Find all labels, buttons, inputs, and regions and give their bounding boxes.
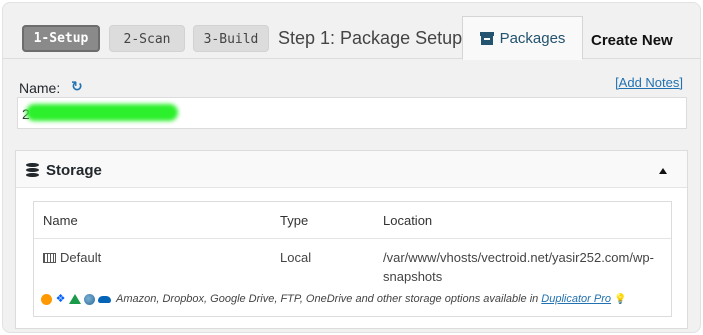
providers-text: Amazon, Dropbox, Google Drive, FTP, OneD… xyxy=(116,293,539,305)
hard-drive-icon xyxy=(43,252,56,263)
package-name-input[interactable]: 2 xyxy=(17,97,687,129)
google-drive-icon xyxy=(69,294,81,304)
lightbulb-icon: 💡 xyxy=(614,293,627,305)
tab-packages[interactable]: Packages xyxy=(462,16,583,60)
storage-location: /var/www/vhosts/vectroid.net/yasir252.co… xyxy=(383,250,654,284)
duplicator-pro-link[interactable]: Duplicator Pro xyxy=(541,293,611,305)
archive-icon xyxy=(479,31,494,45)
add-notes-link[interactable]: [Add Notes] xyxy=(615,75,683,90)
tab-packages-label: Packages xyxy=(499,29,566,47)
ftp-icon xyxy=(84,293,95,305)
column-header-location: Location xyxy=(383,213,433,228)
storage-type: Local xyxy=(280,250,312,265)
amazon-icon xyxy=(41,293,52,305)
name-label: Name: xyxy=(19,80,61,96)
duplicator-package-setup: 1-Setup 2-Scan 3-Build Step 1: Package S… xyxy=(2,2,701,333)
collapse-arrow-icon[interactable] xyxy=(659,168,667,174)
dropbox-icon: ❖ xyxy=(55,292,66,305)
reset-icon[interactable]: ↻ xyxy=(71,78,83,95)
storage-table: Name Type Location Default Local /var/ww… xyxy=(33,201,672,317)
storage-title: Storage xyxy=(46,162,102,179)
table-row-name: Default xyxy=(43,248,101,267)
column-header-name: Name xyxy=(43,213,78,228)
storage-panel: Storage Name Type Location Default Local… xyxy=(15,150,688,329)
database-icon xyxy=(26,163,39,178)
step-1-setup[interactable]: 1-Setup xyxy=(22,25,100,52)
column-header-type: Type xyxy=(280,213,309,228)
wizard-header: 1-Setup 2-Scan 3-Build Step 1: Package S… xyxy=(3,3,700,60)
storage-name: Default xyxy=(60,250,102,265)
tab-create-new[interactable]: Create New xyxy=(591,32,673,49)
storage-header[interactable]: Storage xyxy=(16,151,687,188)
step-3-build[interactable]: 3-Build xyxy=(193,25,269,52)
page-title: Step 1: Package Setup xyxy=(278,28,463,48)
header-divider xyxy=(34,238,671,239)
storage-providers-note: ❖ Amazon, Dropbox, Google Drive, FTP, On… xyxy=(41,293,626,305)
redaction-mark xyxy=(26,104,178,121)
step-2-scan[interactable]: 2-Scan xyxy=(109,25,185,52)
onedrive-icon xyxy=(98,295,111,303)
